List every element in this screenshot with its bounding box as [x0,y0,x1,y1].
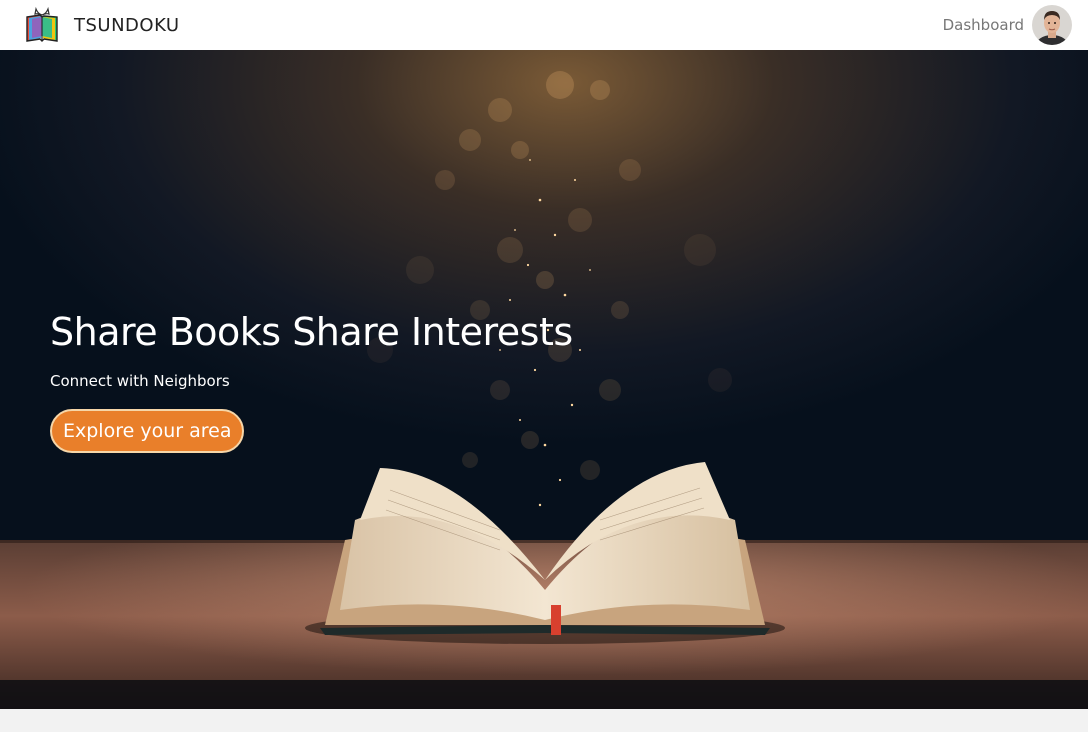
hero-title: Share Books Share Interests [50,310,573,354]
dashboard-link[interactable]: Dashboard [943,16,1024,34]
page-footer-strip [0,709,1088,732]
user-avatar-icon [1032,5,1072,45]
nav-right: Dashboard [943,5,1072,45]
top-navbar: TSUNDOKU Dashboard [0,0,1088,50]
hero-content: Share Books Share Interests Connect with… [50,310,573,453]
brand-home-link[interactable]: TSUNDOKU [22,5,180,45]
user-avatar[interactable] [1032,5,1072,45]
hero-subtitle: Connect with Neighbors [50,372,230,390]
hero-section: Share Books Share Interests Connect with… [0,50,1088,709]
brand-name: TSUNDOKU [74,14,180,36]
books-gift-logo-icon [26,6,58,42]
explore-area-button[interactable]: Explore your area [50,409,245,453]
